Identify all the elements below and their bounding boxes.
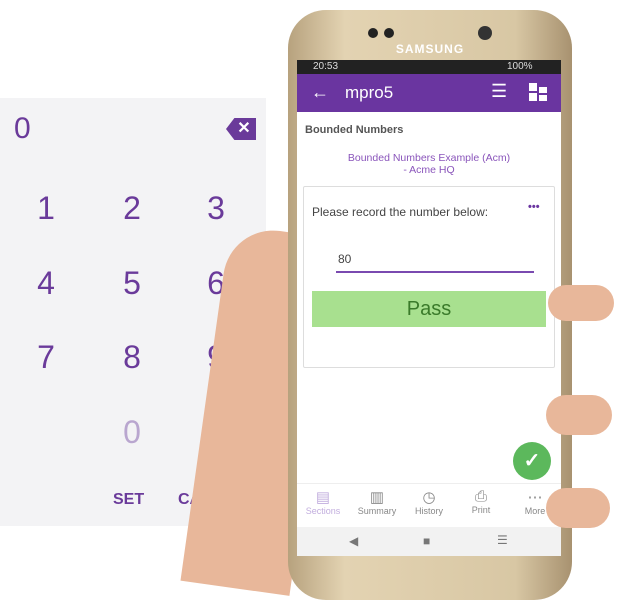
app-header: ← mpro5 ☰ [297,74,561,112]
nav-history[interactable]: ◷ History [403,488,455,516]
nav-print[interactable]: ⎙ Print [455,488,507,515]
submit-check-button[interactable]: ✓ [513,442,551,480]
key-7[interactable]: 7 [16,339,76,376]
finger [546,395,612,435]
question-label: Please record the number below: [312,205,489,219]
form-title: Bounded Numbers Example (Acm) - Acme HQ [347,152,511,176]
menu-icon[interactable]: ☰ [491,81,507,102]
number-input[interactable]: 80 [336,247,534,273]
keypad-display: 0 [14,112,31,145]
print-icon: ⎙ [474,488,487,505]
key-8[interactable]: 8 [102,339,162,376]
status-time: 20:53 [313,61,339,72]
key-0[interactable]: 0 [102,414,162,451]
android-nav-bar: ◀ ■ ☰ [297,527,561,556]
key-3[interactable]: 3 [186,190,246,227]
brand-logo: SAMSUNG [395,42,465,56]
clock-icon: ◷ [422,489,436,506]
bottom-nav: ▤ Sections ▥ Summary ◷ History ⎙ Print ⋯ More [297,483,561,528]
question-card: Please record the number below: ••• 80 P… [303,186,555,368]
more-options-icon[interactable]: ••• [528,201,540,213]
phone-screen: 20:53 100% ← mpro5 ☰ Bounded Numbers Bou… [297,60,561,556]
nav-sections[interactable]: ▤ Sections [297,488,349,516]
summary-icon: ▥ [369,489,385,506]
battery-level: 100% [507,61,533,72]
backspace-button[interactable]: ✕ [226,118,256,140]
back-arrow-icon[interactable]: ← [311,82,329,103]
key-1[interactable]: 1 [16,190,76,227]
home-icon[interactable]: ■ [423,534,430,548]
back-icon[interactable]: ◀ [349,534,358,548]
recents-icon[interactable]: ☰ [497,533,508,547]
key-4[interactable]: 4 [16,265,76,302]
app-title: mpro5 [345,83,394,102]
set-button[interactable]: SET [113,491,144,509]
section-title: Bounded Numbers [305,124,404,136]
key-2[interactable]: 2 [102,190,162,227]
dashboard-icon[interactable] [529,83,547,101]
nav-summary[interactable]: ▥ Summary [351,488,403,516]
key-5[interactable]: 5 [102,265,162,302]
finger [548,285,614,321]
finger [546,488,610,528]
status-bar: 20:53 100% [297,60,561,74]
result-badge: Pass [312,291,546,327]
sections-icon: ▤ [315,489,331,506]
